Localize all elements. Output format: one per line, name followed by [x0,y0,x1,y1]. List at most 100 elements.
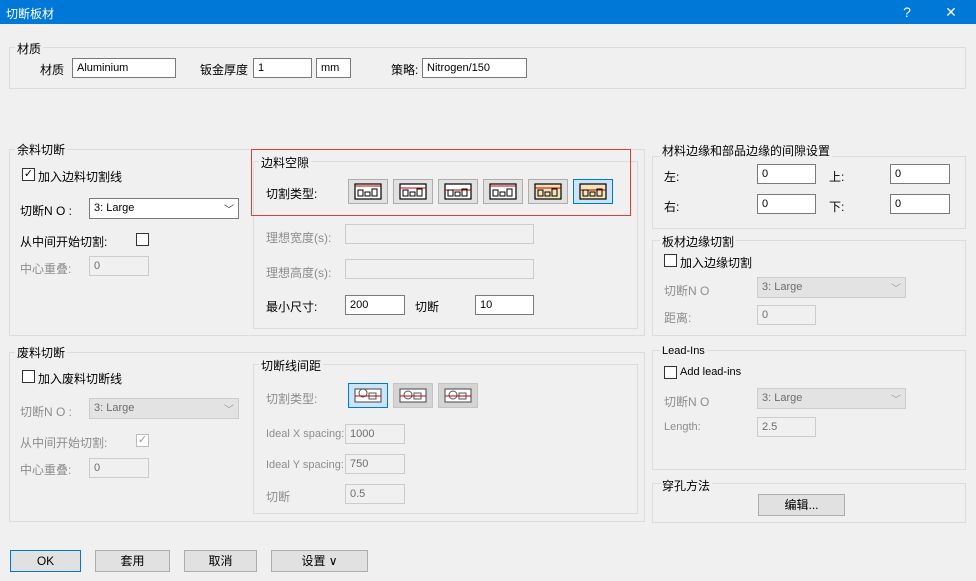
length-label: Length: [664,421,701,433]
settings-button[interactable]: 设置 ∨ [271,550,368,572]
scrap-cut-no-select[interactable]: 3: Large ﹀ [89,398,239,419]
cancel-button[interactable]: 取消 [184,550,257,572]
strategy-field[interactable]: Nitrogen/150 [422,58,527,78]
remnant-group-title: 余料切断 [15,141,68,158]
edge-cut-type-button-5[interactable] [528,179,568,204]
chevron-down-icon: ﹀ [891,284,901,295]
scrap-group-title: 废料切断 [15,344,68,361]
sheet-cut-icon [444,183,472,200]
cut-spacing-cut-type-label: 切割类型: [266,392,318,406]
chevron-down-icon: ﹀ [224,405,234,416]
cut-spacing-cut-label: 切断 [266,490,291,504]
edge-cut-type-button-6[interactable] [573,179,613,204]
distance-field[interactable]: 0 [757,305,816,325]
remnant-cut-no-label: 切断N O : [20,204,73,218]
sheet-edge-cut-no-value: 3: Large [762,281,803,293]
left-label: 左: [664,170,680,184]
spacing-cut-icon [444,388,472,403]
remnant-add-line-checkbox[interactable]: ✓ [22,168,35,181]
edge-gap-group-title: 边料空隙 [259,154,312,171]
min-size-label: 最小尺寸: [266,300,318,314]
material-label: 材质 [40,63,65,77]
material-group-title: 材质 [15,40,44,57]
scrap-add-line-label: 加入废料切断线 [38,372,123,386]
ideal-x-spacing-field[interactable]: 1000 [345,424,405,444]
spacing-cut-icon [399,388,427,403]
lead-ins-cut-no-value: 3: Large [762,392,803,404]
scrap-start-mid-checkbox[interactable]: ✓ [136,434,149,447]
left-field[interactable]: 0 [757,164,816,184]
window-title: 切断板材 [6,7,55,21]
close-button[interactable]: ✕ [934,0,968,24]
scrap-center-overlap-label: 中心重叠: [20,463,72,477]
ideal-width-label: 理想宽度(s): [266,231,332,245]
ideal-y-spacing-label: Ideal Y spacing: [266,459,344,471]
check-icon: ✓ [23,168,34,180]
margins-group-title: 材料边缘和部品边缘的间隙设置 [660,142,833,159]
lead-ins-group-title: Lead-Ins [660,345,707,357]
strategy-label: 策略: [391,63,419,77]
sheet-cut-icon [534,183,562,200]
right-field[interactable]: 0 [757,194,816,214]
ideal-width-field[interactable] [345,224,534,244]
piercing-group-title: 穿孔方法 [660,477,713,494]
length-field[interactable]: 2.5 [757,417,816,437]
edge-gap-cut-field[interactable]: 10 [475,295,534,315]
scrap-add-line-checkbox[interactable] [22,370,35,383]
remnant-cut-no-value: 3: Large [94,202,135,214]
min-size-field[interactable]: 200 [345,295,405,315]
distance-label: 距离: [664,311,692,325]
spacing-cut-icon [354,388,382,403]
remnant-center-overlap-label: 中心重叠: [20,262,72,276]
right-label: 右: [664,200,680,214]
chevron-down-icon: ﹀ [224,205,234,216]
help-button[interactable]: ? [890,0,924,24]
edge-cut-type-button-1[interactable] [348,179,388,204]
scrap-start-mid-label: 从中间开始切割: [20,436,108,450]
remnant-cut-no-select[interactable]: 3: Large ﹀ [89,198,239,219]
title-bar: 切断板材 ? ✕ [0,0,976,24]
sheet-cut-icon [489,183,517,200]
lead-ins-add-checkbox[interactable] [664,366,677,379]
check-icon: ✓ [137,434,148,446]
lead-ins-cut-no-label: 切断N O [664,395,710,409]
remnant-start-mid-checkbox[interactable] [136,233,149,246]
remnant-start-mid-label: 从中间开始切割: [20,235,108,249]
thickness-field[interactable]: 1 [253,58,312,78]
spacing-cut-type-button-2[interactable] [393,383,433,408]
spacing-cut-type-button-3[interactable] [438,383,478,408]
thickness-label: 钣金厚度 [200,63,249,77]
sheet-edge-cut-no-label: 切断N O [664,284,710,298]
edge-gap-cut-type-label: 切割类型: [266,187,318,201]
sheet-cut-icon [399,183,427,200]
ok-button[interactable]: OK [10,550,81,572]
apply-button[interactable]: 套用 [95,550,170,572]
ideal-x-spacing-label: Ideal X spacing: [266,428,345,440]
edge-gap-cut-label: 切断 [415,300,440,314]
top-label: 上: [829,170,845,184]
edge-cut-type-button-3[interactable] [438,179,478,204]
sheet-edge-add-checkbox[interactable] [664,254,677,267]
sheet-cut-icon [354,183,382,200]
top-field[interactable]: 0 [890,164,950,184]
sheet-edge-add-label: 加入边缘切割 [680,256,753,270]
material-field[interactable]: Aluminium [72,58,176,78]
cut-spacing-cut-field[interactable]: 0.5 [345,484,405,504]
sheet-edge-cut-no-select[interactable]: 3: Large ﹀ [757,277,906,298]
ideal-height-field[interactable] [345,259,534,279]
sheet-edge-group-title: 板材边缘切割 [660,233,737,250]
edge-cut-type-button-2[interactable] [393,179,433,204]
scrap-center-overlap-field[interactable]: 0 [89,458,149,478]
sheet-cut-icon [579,183,607,200]
ideal-y-spacing-field[interactable]: 750 [345,454,405,474]
remnant-center-overlap-field[interactable]: 0 [89,256,149,276]
bottom-label: 下: [829,200,845,214]
bottom-field[interactable]: 0 [890,194,950,214]
edit-button[interactable]: 编辑... [758,494,845,516]
lead-ins-cut-no-select[interactable]: 3: Large ﹀ [757,388,906,409]
remnant-add-line-label: 加入边料切割线 [38,170,123,184]
ideal-height-label: 理想高度(s): [266,266,332,280]
scrap-cut-no-label: 切断N O : [20,405,73,419]
edge-cut-type-button-4[interactable] [483,179,523,204]
spacing-cut-type-button-1[interactable] [348,383,388,408]
